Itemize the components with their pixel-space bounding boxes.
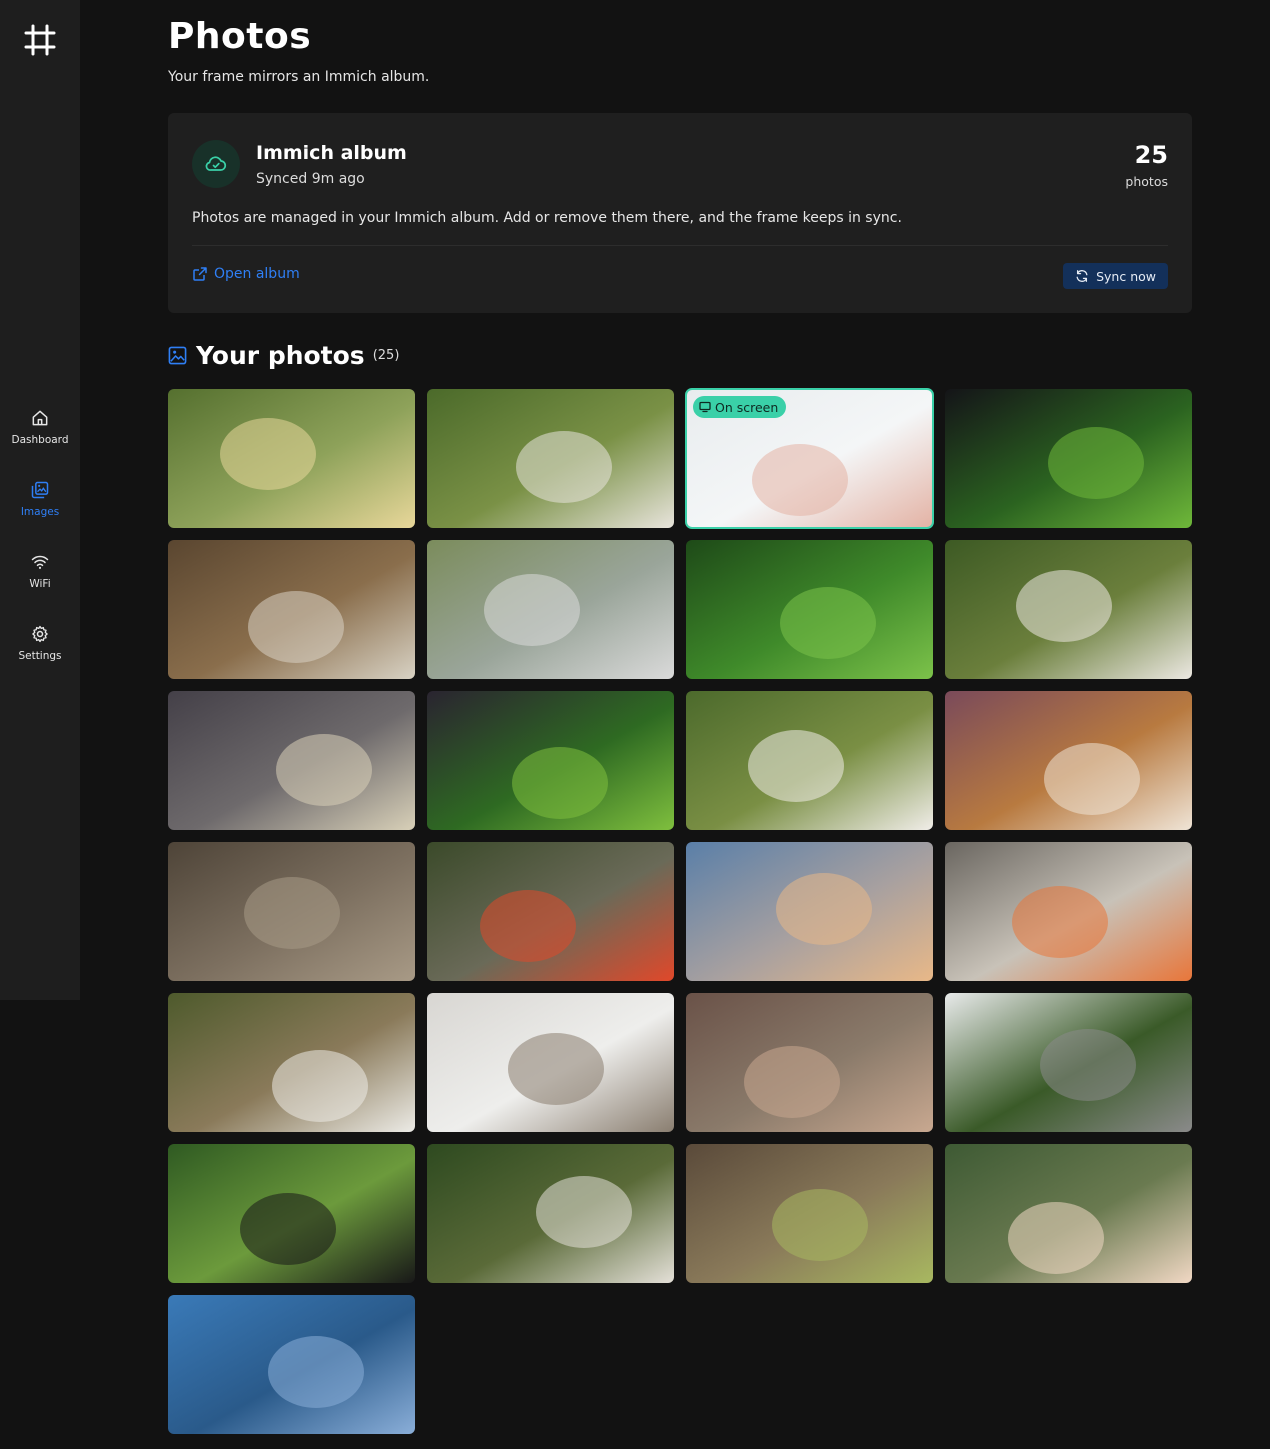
photo-kitten[interactable] xyxy=(427,993,674,1132)
photo-cat-sofa-image xyxy=(168,691,415,830)
cloud-sync-icon xyxy=(192,140,240,188)
photo-kitten-image xyxy=(427,993,674,1132)
nav-images-label: Images xyxy=(20,506,60,518)
photo-aquarium-image xyxy=(945,389,1192,528)
photo-aquarium[interactable] xyxy=(945,389,1192,528)
nav-wifi-label: WiFi xyxy=(29,578,51,590)
photo-dog-path-image xyxy=(168,993,415,1132)
album-name: Immich album xyxy=(256,142,407,164)
photo-aquarium-fish[interactable] xyxy=(427,691,674,830)
open-album-label: Open album xyxy=(214,266,300,282)
monitor-icon xyxy=(699,401,711,413)
nav-settings[interactable]: Settings xyxy=(0,624,80,680)
photo-guinea-pig-image xyxy=(945,691,1192,830)
photo-panda-image xyxy=(686,1144,933,1283)
nav-dashboard[interactable]: Dashboard xyxy=(0,408,80,464)
photo-dog-closeup-image xyxy=(945,540,1192,679)
page-title: Photos xyxy=(168,16,312,57)
photos-section-title: Your photos xyxy=(196,340,365,370)
photo-panda[interactable] xyxy=(686,1144,933,1283)
photo-dog-profile-image xyxy=(427,1144,674,1283)
photo-cat-sleeping-image xyxy=(945,842,1192,981)
photo-cattle-image xyxy=(427,540,674,679)
open-album-link[interactable]: Open album xyxy=(192,266,300,282)
album-sync-status: Synced 9m ago xyxy=(256,171,365,187)
photo-lizard-image xyxy=(168,842,415,981)
gear-icon xyxy=(32,625,48,643)
refresh-icon xyxy=(1076,270,1088,282)
sync-now-label: Sync now xyxy=(1096,268,1156,284)
photo-guinea-pig[interactable] xyxy=(945,691,1192,830)
photo-cat-bed-image xyxy=(686,993,933,1132)
sidebar: Dashboard Images WiFi Settings xyxy=(0,0,80,1000)
photo-flower-yellow[interactable] xyxy=(168,389,415,528)
home-icon xyxy=(32,410,48,426)
album-description: Photos are managed in your Immich album.… xyxy=(192,210,902,226)
photo-dog-white-image xyxy=(686,691,933,830)
photo-cattle[interactable] xyxy=(427,540,674,679)
photo-bee-flower-image xyxy=(945,1144,1192,1283)
photo-aquarium-plants-image xyxy=(686,540,933,679)
photo-dog-grass-image xyxy=(427,389,674,528)
photos-section-header: Your photos (25) xyxy=(168,339,399,371)
photo-flower-yellow-image xyxy=(168,389,415,528)
photo-bee-flower[interactable] xyxy=(945,1144,1192,1283)
photo-red-flowers-image xyxy=(427,842,674,981)
photo-koala[interactable] xyxy=(945,993,1192,1132)
nav-settings-label: Settings xyxy=(18,650,62,662)
photo-aquarium-plants[interactable] xyxy=(686,540,933,679)
photo-baby-feet[interactable]: On screen xyxy=(685,388,934,529)
page-subtitle: Your frame mirrors an Immich album. xyxy=(168,69,430,85)
images-icon xyxy=(31,481,49,499)
photos-section-count: (25) xyxy=(372,347,400,363)
nav-dashboard-label: Dashboard xyxy=(11,434,69,446)
photo-cat-sleeping[interactable] xyxy=(945,842,1192,981)
photo-airplane-wing-image xyxy=(686,842,933,981)
photo-lizard[interactable] xyxy=(168,842,415,981)
photo-airplane-wing[interactable] xyxy=(686,842,933,981)
frame-grid-icon[interactable] xyxy=(22,22,58,58)
photo-dog-grass[interactable] xyxy=(427,389,674,528)
card-divider xyxy=(192,245,1168,246)
photo-moth-leaf-image xyxy=(168,1144,415,1283)
photo-aquarium-fish-image xyxy=(427,691,674,830)
wifi-icon xyxy=(31,555,49,569)
photo-lemur-image xyxy=(168,540,415,679)
photo-dog-profile[interactable] xyxy=(427,1144,674,1283)
album-card: Immich album Synced 9m ago 25 photos Pho… xyxy=(168,113,1192,313)
photo-dog-closeup[interactable] xyxy=(945,540,1192,679)
photo-cat-bed[interactable] xyxy=(686,993,933,1132)
sync-now-button[interactable]: Sync now xyxy=(1063,263,1168,289)
nav-images[interactable]: Images xyxy=(0,480,80,536)
image-icon xyxy=(168,346,187,364)
photo-coast-view-image xyxy=(168,1295,415,1434)
photo-lemur[interactable] xyxy=(168,540,415,679)
photo-coast-view[interactable] xyxy=(168,1295,415,1434)
photo-cat-sofa[interactable] xyxy=(168,691,415,830)
external-link-icon xyxy=(193,267,207,281)
photo-dog-path[interactable] xyxy=(168,993,415,1132)
nav-wifi[interactable]: WiFi xyxy=(0,552,80,608)
photo-count: 25 xyxy=(1134,141,1168,169)
photo-dog-white[interactable] xyxy=(686,691,933,830)
photo-count-label: photos xyxy=(1125,174,1168,189)
photo-koala-image xyxy=(945,993,1192,1132)
photo-moth-leaf[interactable] xyxy=(168,1144,415,1283)
on-screen-badge-label: On screen xyxy=(715,399,779,415)
on-screen-badge: On screen xyxy=(693,396,787,418)
photo-red-flowers[interactable] xyxy=(427,842,674,981)
